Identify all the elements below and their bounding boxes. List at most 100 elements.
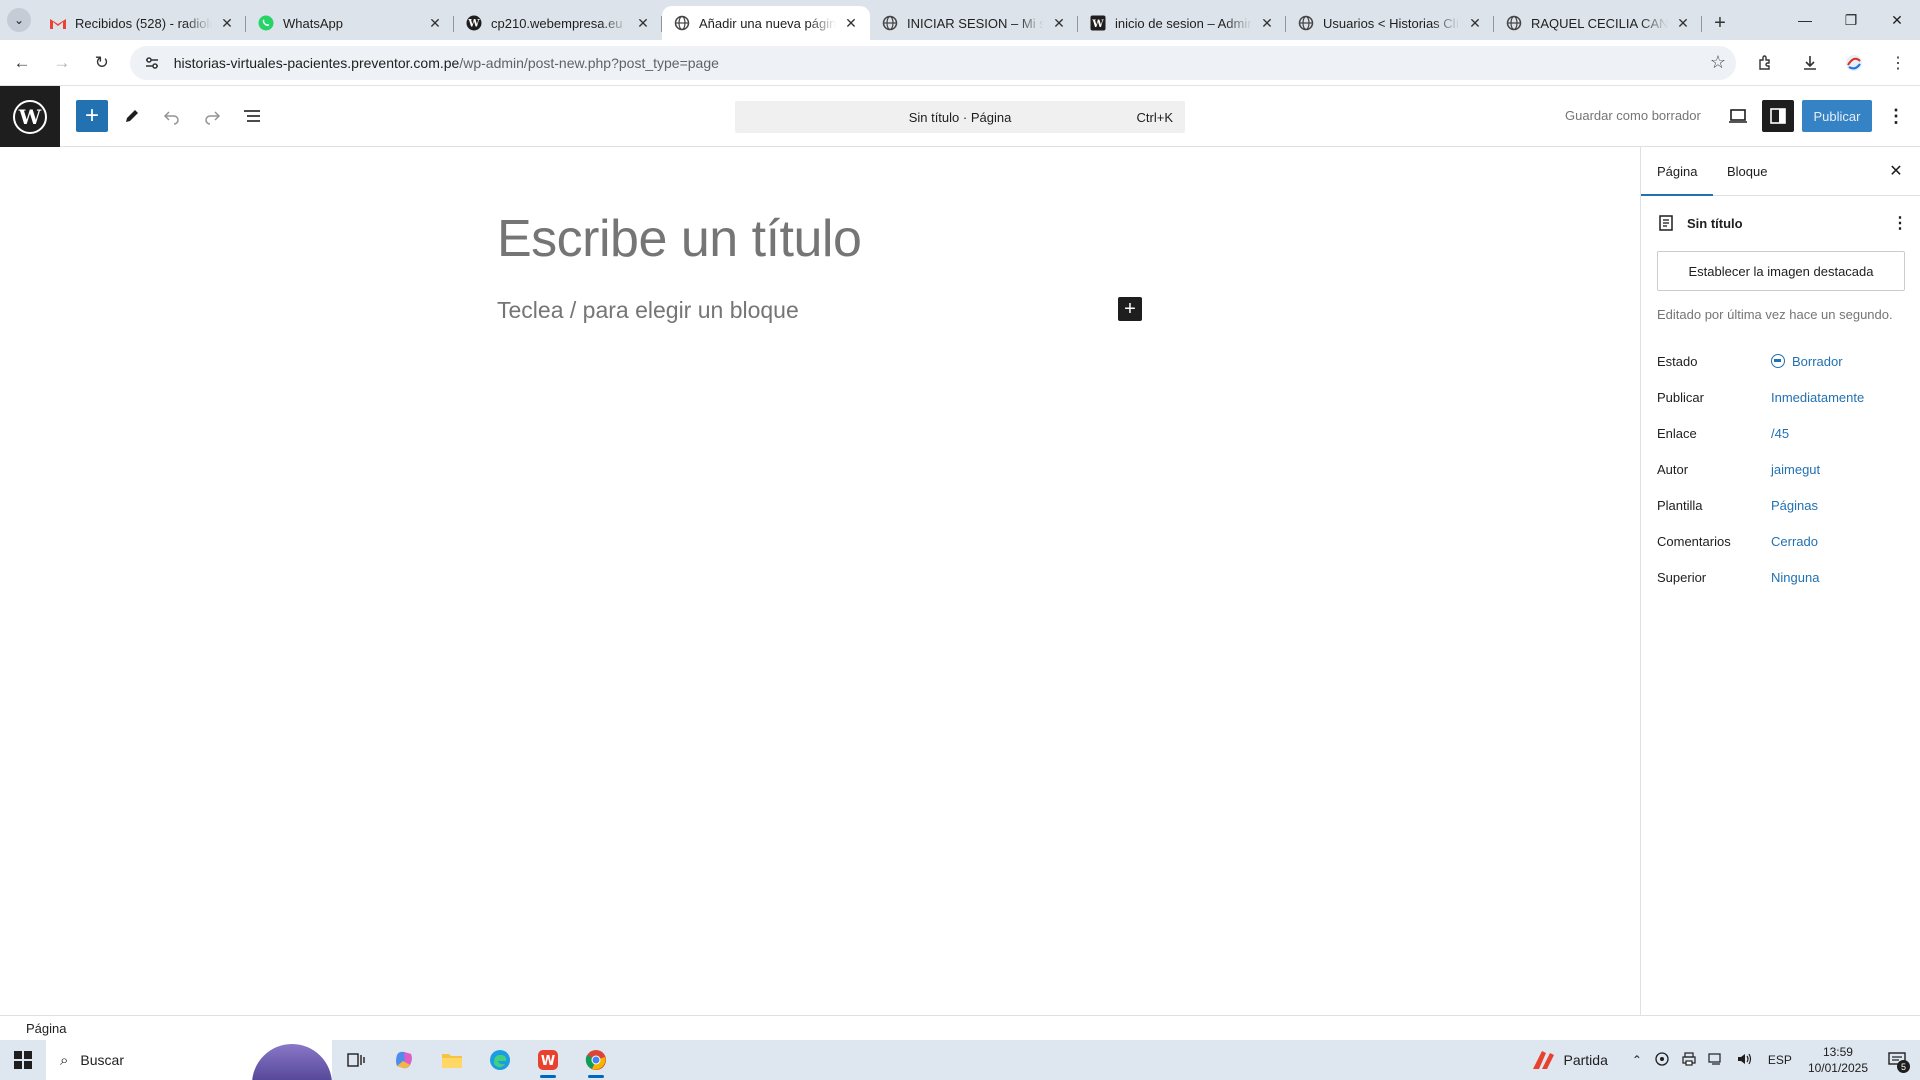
minimize-icon[interactable]: — [1782, 0, 1828, 40]
summary-row-status: Estado Borrador [1657, 343, 1907, 379]
weather-widget[interactable]: Partida [1530, 1049, 1608, 1071]
whatsapp-icon [258, 15, 274, 31]
tab-title: cp210.webempresa.eu [491, 15, 623, 31]
url-host: historias-virtuales-pacientes.preventor.… [173, 54, 460, 71]
notifications-icon[interactable]: 5 [1882, 1045, 1912, 1075]
row-value[interactable]: /45 [1771, 426, 1789, 441]
row-value[interactable]: Inmediatamente [1771, 390, 1864, 405]
tab-title: inicio de sesion – Admin [1115, 15, 1252, 31]
close-icon[interactable]: ✕ [1674, 14, 1692, 32]
edge-icon[interactable] [476, 1040, 524, 1080]
document-overview-icon[interactable] [236, 100, 268, 132]
settings-sidebar-toggle[interactable] [1762, 100, 1794, 132]
volume-icon[interactable] [1736, 1052, 1752, 1069]
browser-tab[interactable]: WhatsApp ✕ [246, 6, 454, 40]
close-window-icon[interactable]: ✕ [1874, 0, 1920, 40]
close-icon[interactable]: ✕ [1884, 159, 1908, 183]
row-value[interactable]: Páginas [1771, 498, 1818, 513]
browser-tab-strip: ⌄ Recibidos (528) - radiolog ✕ WhatsApp … [0, 0, 1920, 40]
browser-tab-active[interactable]: Añadir una nueva página ✕ [662, 6, 870, 40]
more-options-icon[interactable]: ⋮ [1892, 213, 1908, 233]
browser-tab[interactable]: Recibidos (528) - radiolog ✕ [38, 6, 246, 40]
tab-search-button[interactable]: ⌄ [0, 0, 38, 40]
close-icon[interactable]: ✕ [634, 14, 652, 32]
command-palette-bar[interactable]: Sin título · Página Ctrl+K [735, 101, 1185, 133]
inline-inserter-plus-icon[interactable]: + [1118, 297, 1142, 321]
row-value[interactable]: Cerrado [1771, 534, 1818, 549]
document-card: Sin título ⋮ [1657, 211, 1908, 235]
browser-tab[interactable]: RAQUEL CECILIA CANCIN ✕ [1494, 6, 1702, 40]
undo-icon[interactable] [156, 100, 188, 132]
editor-footer: Página [0, 1015, 1920, 1040]
back-icon[interactable]: ← [4, 45, 40, 81]
bookmark-star-icon[interactable]: ☆ [1710, 52, 1726, 73]
language-indicator[interactable]: ESP [1768, 1053, 1792, 1067]
publish-button[interactable]: Publicar [1802, 100, 1872, 132]
close-icon[interactable]: ✕ [1050, 14, 1068, 32]
summary-row-comments: Comentarios Cerrado [1657, 523, 1907, 559]
block-inserter-button[interactable]: + [76, 100, 108, 132]
breadcrumb[interactable]: Página [26, 1021, 66, 1036]
close-icon[interactable]: ✕ [1258, 14, 1276, 32]
block-placeholder[interactable]: Teclea / para elegir un bloque [497, 297, 799, 324]
status-toggle[interactable]: Borrador [1771, 354, 1843, 369]
search-icon: ⌕ [60, 1051, 69, 1069]
close-icon[interactable]: ✕ [426, 14, 444, 32]
browser-tab[interactable]: Usuarios < Historias Clíni ✕ [1286, 6, 1494, 40]
redo-icon[interactable] [196, 100, 228, 132]
address-bar[interactable]: historias-virtuales-pacientes.preventor.… [129, 45, 1737, 80]
svg-text:W: W [1091, 19, 1104, 30]
wps-office-icon[interactable]: W [524, 1040, 572, 1080]
editor-header: W + Sin título · Página Ctrl+K Guardar c… [0, 86, 1920, 147]
new-tab-button[interactable]: + [1702, 6, 1738, 40]
search-highlight-image [252, 1044, 332, 1080]
browser-tab[interactable]: W cp210.webempresa.eu ✕ [454, 6, 662, 40]
network-status-icon[interactable] [1654, 1051, 1670, 1069]
summary-row-publish: Publicar Inmediatamente [1657, 379, 1907, 415]
row-value[interactable]: jaimegut [1771, 462, 1820, 477]
restore-icon[interactable]: ❐ [1828, 0, 1874, 40]
download-icon[interactable] [1788, 45, 1832, 81]
file-explorer-icon[interactable] [428, 1040, 476, 1080]
wordpress-logo-button[interactable]: W [0, 86, 60, 147]
reload-icon[interactable]: ↻ [84, 45, 120, 81]
row-value[interactable]: Ninguna [1771, 570, 1819, 585]
document-title: Sin título [1687, 215, 1743, 231]
profile-icon[interactable] [1832, 45, 1876, 81]
tab-title: INICIAR SESION – Mi sitio [907, 15, 1044, 31]
command-shortcut: Ctrl+K [1136, 109, 1173, 125]
row-label: Publicar [1657, 389, 1704, 405]
browser-tab[interactable]: INICIAR SESION – Mi sitio ✕ [870, 6, 1078, 40]
hidden-icons-chevron-icon[interactable]: ⌃ [1632, 1053, 1642, 1067]
search-placeholder: Buscar [80, 1052, 124, 1068]
save-draft-button[interactable]: Guardar como borrador [1565, 108, 1701, 123]
close-icon[interactable]: ✕ [1466, 14, 1484, 32]
windows-start-icon[interactable] [0, 1040, 46, 1080]
wordpress-icon: W [13, 99, 47, 134]
task-view-icon[interactable] [332, 1040, 380, 1080]
extensions-icon[interactable] [1744, 45, 1788, 81]
wifi-icon[interactable] [1708, 1052, 1724, 1069]
options-menu-icon[interactable]: ⋮ [1880, 100, 1912, 132]
row-label: Autor [1657, 461, 1689, 477]
close-icon[interactable]: ✕ [842, 14, 860, 32]
post-title-input[interactable]: Escribe un título [497, 209, 862, 269]
globe-icon [674, 15, 690, 31]
printer-icon[interactable] [1682, 1051, 1696, 1069]
forward-icon[interactable]: → [44, 45, 80, 81]
copilot-icon[interactable] [380, 1040, 428, 1080]
taskbar-search[interactable]: ⌕ Buscar [46, 1040, 332, 1080]
browser-tab[interactable]: W inicio de sesion – Admin ✕ [1078, 6, 1286, 40]
chrome-icon[interactable] [572, 1040, 620, 1080]
edit-tools-pencil-icon[interactable] [116, 100, 148, 132]
svg-text:W: W [541, 1054, 555, 1069]
clock[interactable]: 13:59 10/01/2025 [1808, 1044, 1868, 1076]
close-icon[interactable]: ✕ [218, 14, 236, 32]
tab-block[interactable]: Bloque [1727, 147, 1767, 195]
featured-image-button[interactable]: Establecer la imagen destacada [1657, 251, 1905, 291]
url-text: historias-virtuales-pacientes.preventor.… [174, 55, 1710, 71]
browser-menu-icon[interactable]: ⋮ [1876, 45, 1920, 81]
preview-icon[interactable] [1722, 100, 1754, 132]
site-settings-icon[interactable] [140, 51, 164, 75]
tab-page[interactable]: Página [1640, 147, 1715, 196]
